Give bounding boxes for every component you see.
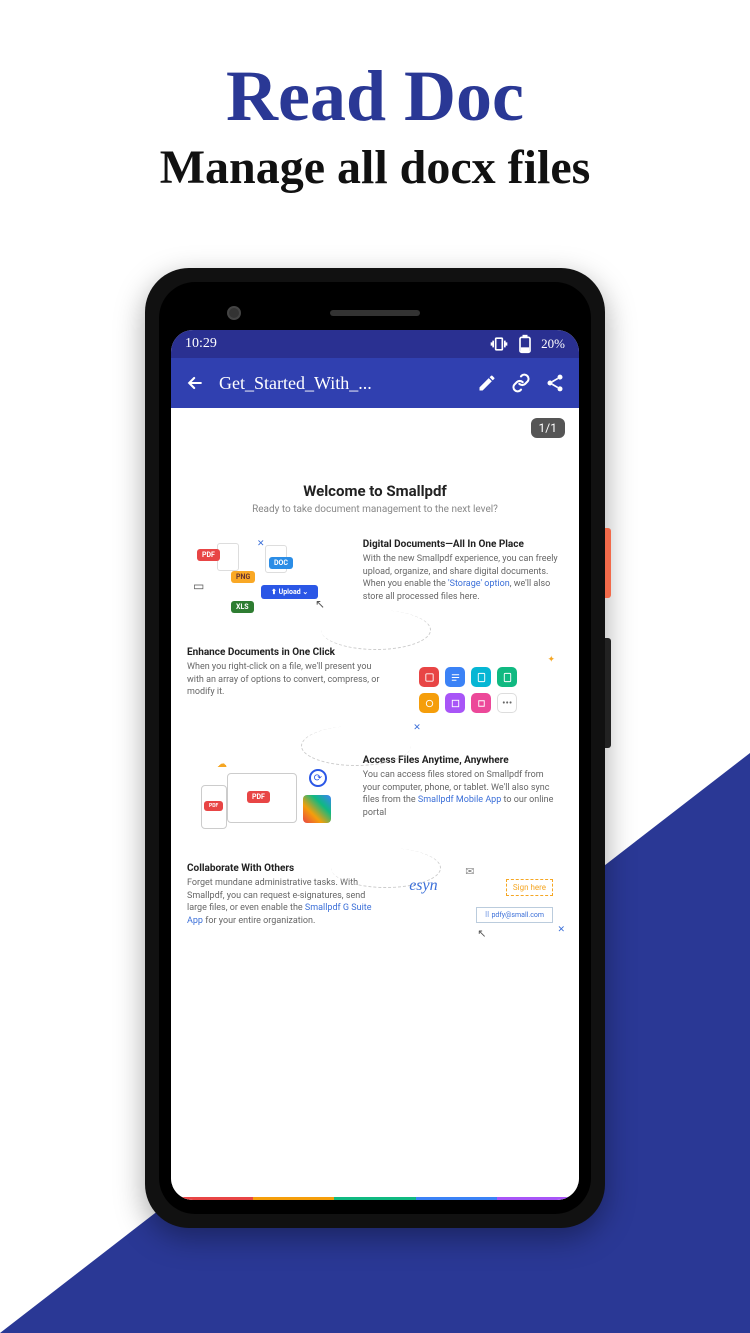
signature-scribble: esyn [409,877,437,895]
tool-tile-icon [419,667,439,687]
cloud-icon: ☁ [217,759,227,770]
tool-tile-icon [471,667,491,687]
link-button[interactable] [511,373,531,393]
pdf-badge: PDF [197,549,220,561]
sparkle-icon: ✕ [257,539,265,549]
tool-tile-icon [445,693,465,713]
png-badge: PNG [231,571,255,583]
power-button-accent [605,528,611,598]
cursor-icon: ↖ [315,597,325,611]
section-3: PDF PDF ⟳ ☁ Access Files Anytime, Anywhe… [187,755,563,845]
section-2-body: When you right-click on a file, we'll pr… [187,661,387,699]
section-2: ••• ✦ ✕ Enhance Documents in One Click W… [187,647,563,737]
sparkle-icon: ✕ [557,925,565,935]
app-bar: Get_Started_With_... [171,358,579,408]
color-grid-icon [303,795,331,823]
doc-badge: DOC [269,557,293,569]
battery-icon [515,334,535,354]
tool-tile-icon [445,667,465,687]
sign-here-box: Sign here [506,879,553,896]
doc-subheading: Ready to take document management to the… [187,504,563,515]
promo-subheadline: Manage all docx files [0,140,750,195]
storage-link[interactable]: 'Storage' option [448,579,510,589]
camera-dot [227,306,241,320]
tool-tile-icon [497,667,517,687]
document-title: Get_Started_With_... [219,373,463,394]
tool-tile-icon [419,693,439,713]
page-counter: 1/1 [531,418,565,438]
pdf-badge: PDF [204,801,223,811]
share-button[interactable] [545,373,565,393]
section-1-illustration: PDF DOC PNG XLS ⬆ Upload ⌄ ↖ ▭ ✕ [187,539,351,629]
back-button[interactable] [185,373,205,393]
sparkle-icon: ✦ [547,655,555,665]
pdf-badge: PDF [247,791,270,803]
cursor-icon: ↖ [477,927,486,940]
volume-button [605,638,611,748]
email-box: ⠿ pdfy@small.com [476,907,553,923]
status-time: 10:29 [185,336,217,352]
section-1-body: With the new Smallpdf experience, you ca… [363,553,563,603]
upload-button-illustration: ⬆ Upload ⌄ [261,585,318,599]
battery-percent: 20% [541,336,565,352]
status-bar: 10:29 20% [171,330,579,358]
section-3-illustration: PDF PDF ⟳ ☁ [187,755,351,845]
more-tile: ••• [497,693,517,713]
edit-button[interactable] [477,373,497,393]
promo-headline: Read Doc [0,0,750,138]
section-3-body: You can access files stored on Smallpdf … [363,769,563,819]
section-4-illustration: esyn Sign here ⠿ pdfy@small.com ✕ ↖ ✉ [399,863,563,953]
sync-icon: ⟳ [309,769,327,787]
section-1-heading: Digital Documents—All In One Place [363,539,563,550]
section-2-illustration: ••• ✦ ✕ [399,647,563,737]
rainbow-divider [171,1197,579,1200]
doc-heading: Welcome to Smallpdf [187,482,563,500]
speaker-grille [330,310,420,316]
screen: 10:29 20% Get_Started_With_... [171,330,579,1200]
document-viewport[interactable]: 1/1 Welcome to Smallpdf Ready to take do… [171,408,579,1200]
mobile-app-link[interactable]: Smallpdf Mobile App [418,795,501,805]
xls-badge: XLS [231,601,254,613]
phone-bezel: 10:29 20% Get_Started_With_... [159,282,591,1214]
dotted-arrow [321,610,431,650]
phone-frame: 10:29 20% Get_Started_With_... [145,268,605,1228]
tool-tile-icon [471,693,491,713]
folder-icon: ▭ [193,579,204,593]
mail-icon: ✉ [465,865,474,878]
vibrate-icon [489,334,509,354]
sparkle-icon: ✕ [413,723,421,733]
